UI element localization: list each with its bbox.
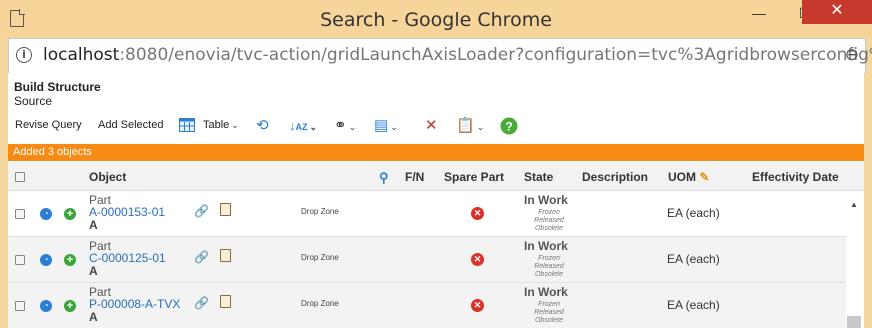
- refresh-icon[interactable]: ⟲: [256, 117, 269, 135]
- x-circle-icon: ✕: [471, 299, 484, 312]
- state-option[interactable]: Frozen: [524, 301, 574, 308]
- chevron-down-icon: ⌄: [476, 122, 485, 132]
- drop-zone[interactable]: Drop Zone: [301, 299, 339, 308]
- svg-text:?: ?: [505, 120, 512, 134]
- column-header-spare-part[interactable]: Spare Part: [444, 170, 504, 184]
- attachment-icon: ⚲: [379, 170, 389, 185]
- part-name-link[interactable]: C-0000125-01: [89, 251, 166, 265]
- state-value: In Work: [524, 285, 568, 299]
- scrollbar-thumb[interactable]: [847, 316, 861, 328]
- add-selected-button[interactable]: Add Selected: [98, 119, 163, 131]
- uom-value: EA (each): [667, 206, 720, 220]
- globe-icon[interactable]: ◔: [40, 254, 52, 266]
- link-icon[interactable]: 🔗: [194, 204, 209, 218]
- column-header-effectivity-date[interactable]: Effectivity Date: [752, 170, 839, 184]
- part-revision: A: [89, 310, 98, 324]
- column-header-fn[interactable]: F/N: [405, 170, 424, 184]
- select-all-checkbox[interactable]: [15, 172, 25, 182]
- expand-icon[interactable]: ✕: [425, 117, 438, 135]
- x-circle-icon: ✕: [471, 207, 484, 220]
- uom-value: EA (each): [667, 252, 720, 266]
- clipboard-icon[interactable]: [220, 249, 231, 262]
- part-revision: A: [89, 264, 98, 278]
- info-icon[interactable]: i: [16, 47, 32, 63]
- chevron-down-icon: ⌄: [390, 122, 398, 132]
- row-checkbox[interactable]: [15, 255, 25, 265]
- row-checkbox[interactable]: [15, 209, 25, 219]
- status-banner: Added 3 objects: [8, 144, 864, 161]
- url-text[interactable]: localhost:8080/enovia/tvc-action/gridLau…: [43, 45, 872, 65]
- state-value: In Work: [524, 239, 568, 253]
- uom-label: UOM: [668, 170, 696, 184]
- state-option[interactable]: Frozen: [524, 209, 574, 216]
- state-option[interactable]: Released: [524, 217, 574, 224]
- state-option[interactable]: Released: [524, 263, 574, 270]
- pencil-icon: ✎: [699, 170, 710, 184]
- part-revision: A: [89, 218, 98, 232]
- toolbar: Revise Query Add Selected Table ⌄ ⟲ ↓AZ ⌄ …: [8, 113, 864, 141]
- column-header-state[interactable]: State: [524, 170, 553, 184]
- uom-value: EA (each): [667, 298, 720, 312]
- revise-query-button[interactable]: Revise Query: [15, 119, 82, 131]
- minimize-button[interactable]: —: [736, 0, 782, 28]
- plus-icon[interactable]: +: [64, 254, 76, 266]
- state-option[interactable]: Obsolete: [524, 317, 574, 324]
- column-header-description[interactable]: Description: [582, 170, 648, 184]
- address-bar[interactable]: i localhost:8080/enovia/tvc-action/gridL…: [8, 38, 872, 74]
- chevron-down-icon: ⌄: [231, 120, 239, 130]
- table-label: Table: [203, 119, 230, 131]
- state-option[interactable]: Released: [524, 309, 574, 316]
- sort-icon[interactable]: ↓AZ ⌄: [289, 117, 317, 136]
- globe-icon[interactable]: ◔: [40, 300, 52, 312]
- state-option[interactable]: Obsolete: [524, 225, 574, 232]
- column-header-uom[interactable]: UOM ✎: [668, 170, 709, 184]
- part-name-link[interactable]: A-0000153-01: [89, 205, 165, 219]
- link-icon[interactable]: 🔗: [194, 296, 209, 310]
- chevron-down-icon: ⌄: [309, 122, 318, 132]
- zoom-icon[interactable]: ⊖: [845, 45, 859, 65]
- table-row[interactable]: ◔ + Part P-000008-A-TVX A 🔗 Drop Zone ✕ …: [8, 283, 846, 328]
- part-name-link[interactable]: P-000008-A-TVX: [89, 297, 180, 311]
- table-header: Object ⚲ F/N Spare Part State Descriptio…: [8, 162, 864, 191]
- close-button[interactable]: ✕: [802, 0, 872, 24]
- state-option[interactable]: Frozen: [524, 255, 574, 262]
- binoculars-icon[interactable]: ⚭ ⌄: [334, 117, 356, 136]
- state-value: In Work: [524, 193, 568, 207]
- link-icon[interactable]: 🔗: [194, 250, 209, 264]
- plus-icon[interactable]: +: [64, 208, 76, 220]
- globe-icon[interactable]: ◔: [40, 208, 52, 220]
- table-icon[interactable]: [179, 118, 195, 137]
- url-path: :8080/enovia/tvc-action/gridLaunchAxisLo…: [119, 45, 872, 65]
- chevron-down-icon: ⌄: [348, 122, 357, 132]
- clipboard-icon[interactable]: 📋 ⌄: [456, 117, 484, 136]
- x-circle-icon: ✕: [471, 253, 484, 266]
- row-checkbox[interactable]: [15, 301, 25, 311]
- page-content: Build Structure Source Revise Query Add …: [8, 73, 864, 328]
- page-title: Build Structure: [14, 80, 101, 94]
- clipboard-icon[interactable]: [220, 203, 231, 216]
- column-config-icon[interactable]: ▤ ⌄: [374, 117, 398, 136]
- scroll-up-arrow[interactable]: ▲: [850, 200, 858, 209]
- drop-zone[interactable]: Drop Zone: [301, 253, 339, 262]
- drop-zone[interactable]: Drop Zone: [301, 207, 339, 216]
- table-row[interactable]: ◔ + Part A-0000153-01 A 🔗 Drop Zone ✕ In…: [8, 191, 846, 237]
- clipboard-icon[interactable]: [220, 295, 231, 308]
- column-header-object[interactable]: Object: [89, 170, 126, 184]
- state-option[interactable]: Obsolete: [524, 271, 574, 278]
- help-icon[interactable]: ?: [500, 117, 518, 140]
- plus-icon[interactable]: +: [64, 300, 76, 312]
- window-titlebar: Search - Google Chrome — ☐ ✕: [0, 0, 872, 38]
- url-host: localhost: [43, 45, 120, 65]
- page-subtitle: Source: [14, 94, 53, 108]
- table-row[interactable]: ◔ + Part C-0000125-01 A 🔗 Drop Zone ✕ In…: [8, 237, 846, 283]
- table-dropdown[interactable]: Table ⌄: [203, 119, 239, 131]
